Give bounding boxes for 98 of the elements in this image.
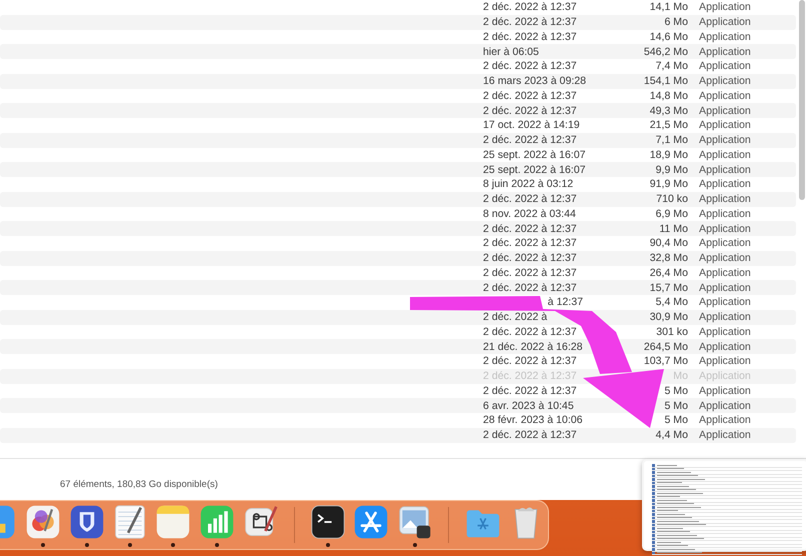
date-modified: 2 déc. 2022 à 12:37 [483, 134, 578, 146]
file-size: 4,4 Mo [654, 429, 688, 442]
file-kind: Application [699, 90, 751, 102]
file-kind: Application [699, 252, 751, 264]
date-modified: 2 déc. 2022 à 12:37 [483, 237, 578, 250]
date-modified: 2 déc. 2022 à 12:37 [483, 90, 578, 102]
file-kind: Application [699, 222, 751, 235]
file-kind: Application [699, 296, 751, 308]
file-size: 18,9 Mo [648, 148, 688, 161]
status-text: 67 éléments, 180,83 Go disponible(s) [60, 479, 218, 490]
date-modified: 2 déc. 2022 à 12:37 [483, 1, 578, 14]
file-kind: Application [699, 60, 751, 72]
scrollbar-thumb[interactable] [799, 0, 805, 200]
file-kind: Application [699, 164, 751, 176]
date-modified: 2 déc. 2022 à 12:37 [483, 104, 578, 117]
file-kind: Application [699, 1, 751, 14]
file-kind: Application [699, 282, 751, 294]
file-kind: Application [699, 16, 751, 28]
date-modified: 2 déc. 2022 à 12:37 [483, 30, 578, 43]
date-modified: 6 avr. 2023 à 10:45 [483, 400, 575, 412]
file-kind: Application [699, 193, 751, 206]
date-modified: 2 déc. 2022 à 12:37 [483, 266, 578, 279]
file-kind: Application [699, 104, 751, 117]
file-size: 710 ko [655, 193, 688, 206]
date-modified: 2 déc. 2022 à 12:37 [483, 193, 578, 206]
file-size: 6 Mo [663, 16, 688, 28]
date-modified: 28 févr. 2023 à 10:06 [483, 414, 583, 426]
file-kind: Application [699, 326, 751, 338]
notes-icon[interactable] [155, 504, 192, 540]
file-size: 7,4 Mo [654, 60, 688, 72]
date-modified: 25 sept. 2022 à 16:07 [483, 164, 583, 176]
file-size: 49,3 Mo [648, 104, 688, 117]
file-size: 9,9 Mo [654, 164, 688, 176]
date-modified: 2 déc. 2022 à 12:37 [483, 282, 578, 294]
file-size: 154,1 Mo [642, 75, 688, 88]
date-modified: 2 déc. 2022 à 12:37 [483, 384, 578, 397]
date-modified: 2 déc. 2022 à 12:37 [483, 16, 578, 28]
file-size: 32,8 Mo [648, 252, 688, 264]
file-size: 5 Mo [663, 384, 688, 397]
file-size: 5 Mo [663, 414, 688, 426]
dock-separator [448, 507, 450, 543]
file-kind: Application [699, 46, 751, 58]
file-size: 90,4 Mo [648, 237, 688, 250]
terminal-icon[interactable] [310, 504, 346, 540]
date-modified: hier à 06:05 [483, 46, 540, 58]
file-kind: Application [699, 237, 751, 250]
file-size: 14,8 Mo [648, 90, 688, 102]
date-modified: à 12:37 [546, 296, 583, 308]
date-modified: 2 déc. 2022 à 12:37 [483, 355, 578, 368]
file-size: 14,6 Mo [648, 30, 688, 43]
date-modified: 25 sept. 2022 à 16:07 [483, 148, 583, 161]
date-modified: 8 nov. 2022 à 03:44 [483, 208, 577, 220]
date-modified: 2 déc. 2022 à 12:37 [483, 222, 578, 235]
file-size: 301 ko [655, 326, 688, 338]
file-kind: Application [699, 311, 751, 324]
file-kind: Application [699, 266, 751, 279]
date-modified: 2 déc. 2022 à 12:37 [483, 326, 578, 338]
file-kind: Application [699, 340, 751, 353]
dock-separator [294, 507, 295, 543]
app-store-icon[interactable] [353, 504, 390, 540]
file-size: 264,5 Mo [642, 340, 688, 353]
date-modified: 17 oct. 2022 à 14:19 [483, 119, 581, 132]
file-kind: Application [699, 75, 751, 88]
file-size: 26,4 Mo [648, 266, 688, 279]
date-modified: 2 déc. 2022 à 12:37 [483, 60, 578, 72]
file-kind: Application [699, 134, 751, 146]
file-size: 7,1 Mo [654, 134, 688, 146]
date-modified: 2 déc. 2022 à 12:37 [483, 429, 578, 442]
file-kind: Application [699, 148, 751, 161]
file-kind: Application [699, 178, 751, 190]
file-kind: Application [699, 414, 751, 426]
file-kind: Application [699, 30, 751, 43]
bar-chart-icon[interactable] [198, 504, 235, 540]
file-kind: Application [699, 429, 751, 442]
file-kind: Application [699, 355, 751, 368]
file-kind: Application [699, 119, 751, 132]
lock-icon[interactable] [68, 504, 105, 540]
file-size: 5 Mo [663, 400, 688, 412]
pinwheel-icon[interactable] [25, 504, 62, 540]
file-size: 5,4 Mo [654, 296, 688, 308]
file-size: 30,9 Mo [648, 311, 688, 324]
file-size: 11 Mo [658, 222, 688, 235]
file-size: 91,9 Mo [648, 178, 688, 190]
date-modified: 2 déc. 2022 à [483, 311, 548, 324]
file-size: 103,7 Mo [642, 355, 688, 368]
file-size: 6,9 Mo [654, 208, 688, 220]
date-modified: 21 déc. 2022 à 16:28 [483, 340, 583, 353]
file-size: 21,5 Mo [648, 119, 688, 132]
file-size: 15,7 Mo [648, 282, 688, 294]
file-kind: Application [699, 208, 751, 220]
image-viewer-icon[interactable] [396, 504, 433, 540]
file-kind: Application [699, 400, 751, 412]
date-modified: 16 mars 2023 à 09:28 [483, 75, 583, 88]
file-size: 546,2 Mo [642, 46, 688, 58]
date-modified: 8 juin 2022 à 03:12 [483, 178, 574, 190]
file-size: 14,1 Mo [648, 1, 688, 14]
file-kind: Application [699, 384, 751, 397]
date-modified: 2 déc. 2022 à 12:37 [483, 252, 578, 264]
